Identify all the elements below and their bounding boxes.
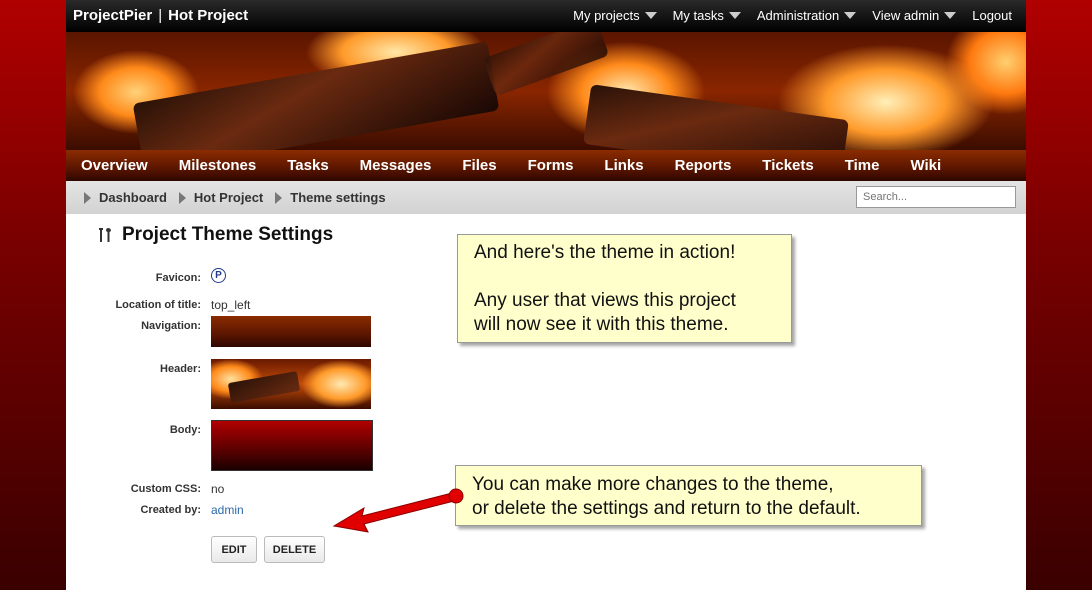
- favicon-label: Favicon:: [155, 272, 201, 284]
- menu-my-projects[interactable]: My projects: [573, 8, 657, 23]
- menu-my-tasks[interactable]: My tasks: [673, 8, 741, 23]
- navigation-swatch: [211, 316, 371, 347]
- tab-milestones[interactable]: Milestones: [179, 157, 257, 174]
- menu-label: My tasks: [672, 8, 724, 23]
- tab-files[interactable]: Files: [462, 157, 496, 174]
- callout-line: Any user that views this project: [474, 290, 736, 311]
- tab-tasks[interactable]: Tasks: [287, 157, 328, 174]
- body-label: Body:: [169, 424, 201, 436]
- header-swatch: [211, 359, 371, 409]
- menu-logout[interactable]: Logout: [972, 8, 1012, 23]
- app-title: ProjectPier | Hot Project: [73, 7, 248, 24]
- arrow-right-icon: [275, 191, 283, 204]
- callout-line: or delete the settings and return to the…: [472, 498, 861, 519]
- chevron-down-icon: [944, 12, 957, 19]
- navigation-label: Navigation:: [141, 320, 201, 332]
- log-shape: [583, 84, 849, 150]
- created-by-link[interactable]: admin: [211, 503, 244, 517]
- created-by-label: Created by:: [140, 504, 201, 516]
- menu-view-admin[interactable]: View admin: [872, 8, 957, 23]
- app-name[interactable]: ProjectPier: [73, 7, 152, 24]
- tab-links[interactable]: Links: [604, 157, 643, 174]
- log-shape: [482, 32, 610, 97]
- tab-tickets[interactable]: Tickets: [762, 157, 813, 174]
- search-input[interactable]: [856, 186, 1016, 208]
- arrow-pointer-icon: [332, 488, 464, 533]
- body-swatch: [211, 420, 373, 471]
- menu-label: My projects: [573, 8, 640, 23]
- title-location-value: top_left: [211, 298, 251, 312]
- page-header: Project Theme Settings: [96, 224, 333, 246]
- app-window: ProjectPier | Hot Project My projects My t…: [66, 0, 1026, 590]
- chevron-down-icon: [844, 12, 857, 19]
- project-name[interactable]: Hot Project: [168, 7, 248, 24]
- callout-theme-in-action: And here's the theme in action! Any user…: [457, 234, 792, 343]
- log-shape: [132, 41, 500, 150]
- tab-forms[interactable]: Forms: [528, 157, 574, 174]
- chevron-down-icon: [728, 12, 741, 19]
- breadcrumb-project[interactable]: Hot Project: [178, 190, 264, 205]
- breadcrumb-label: Theme settings: [290, 190, 386, 205]
- chevron-down-icon: [644, 12, 657, 19]
- menu-administration[interactable]: Administration: [756, 8, 857, 23]
- tab-messages[interactable]: Messages: [360, 157, 432, 174]
- delete-button[interactable]: DELETE: [264, 536, 325, 563]
- tab-overview[interactable]: Overview: [81, 157, 148, 174]
- callout-line: will now see it with this theme.: [474, 314, 729, 335]
- menu-label: Logout: [972, 8, 1012, 23]
- title-separator: |: [158, 7, 163, 24]
- page-title: Project Theme Settings: [122, 224, 334, 245]
- tab-wiki[interactable]: Wiki: [910, 157, 941, 174]
- tab-time[interactable]: Time: [845, 157, 880, 174]
- project-nav: Overview Milestones Tasks Messages Files…: [66, 150, 1026, 181]
- p-circle-icon: P: [211, 268, 226, 283]
- favicon-value: P: [211, 268, 226, 283]
- breadcrumb-theme-settings: Theme settings: [275, 190, 386, 205]
- callout-line: [474, 265, 791, 289]
- callout-line: And here's the theme in action!: [474, 242, 736, 263]
- edit-button[interactable]: EDIT: [211, 536, 257, 563]
- log-shape: [227, 371, 301, 403]
- breadcrumb: Dashboard Hot Project Theme settings: [84, 190, 398, 205]
- header-label: Header:: [160, 363, 201, 375]
- breadcrumb-label: Hot Project: [193, 190, 264, 205]
- breadcrumb-label: Dashboard: [99, 190, 167, 205]
- header-image: [66, 32, 1026, 150]
- top-menu: My projects My tasks Administration View…: [573, 8, 1012, 23]
- title-location-label: Location of title:: [115, 299, 201, 311]
- custom-css-value: no: [211, 482, 225, 496]
- tab-reports[interactable]: Reports: [675, 157, 732, 174]
- top-bar: ProjectPier | Hot Project My projects My t…: [66, 0, 1026, 32]
- menu-label: Administration: [756, 8, 840, 23]
- callout-more-changes: You can make more changes to the theme, …: [455, 465, 922, 526]
- callout-line: You can make more changes to the theme,: [472, 474, 834, 495]
- arrow-right-icon: [178, 191, 186, 204]
- menu-label: View admin: [872, 8, 940, 23]
- custom-css-label: Custom CSS:: [130, 483, 201, 495]
- breadcrumb-dashboard[interactable]: Dashboard: [84, 190, 167, 205]
- tools-icon: [99, 228, 111, 242]
- breadcrumb-bar: Dashboard Hot Project Theme settings: [66, 181, 1026, 214]
- arrow-right-icon: [84, 191, 91, 204]
